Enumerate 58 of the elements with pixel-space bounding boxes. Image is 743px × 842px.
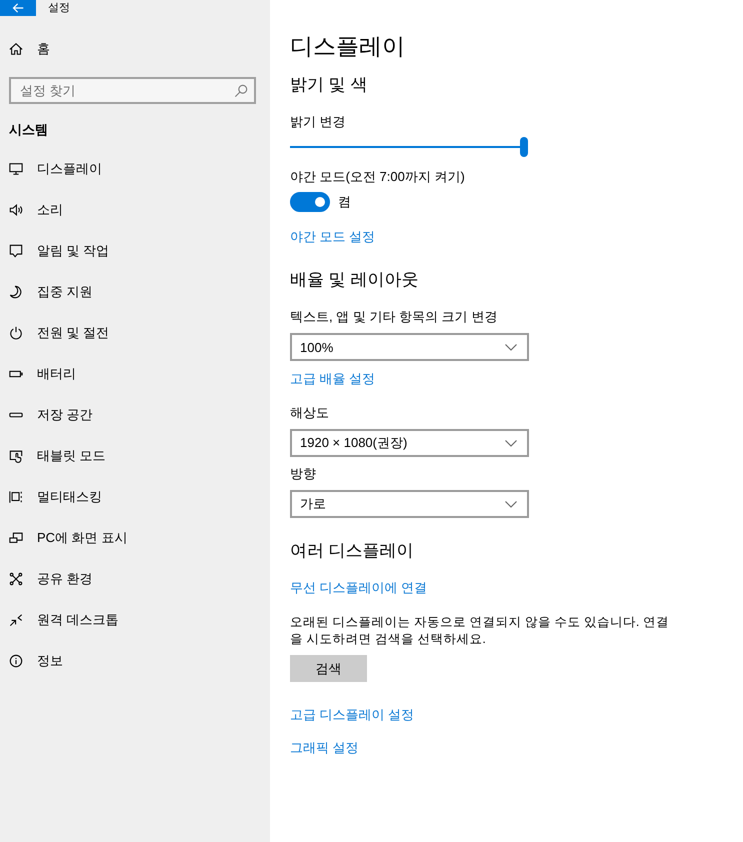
home-icon (9, 42, 23, 56)
link[interactable]: 고급 배율 설정 (290, 369, 376, 389)
home-link[interactable]: 홈 (0, 28, 58, 69)
setting-label: 방향 (290, 465, 316, 483)
nav-item[interactable]: 공유 환경 (0, 558, 101, 599)
nav-item[interactable]: 디스플레이 (0, 148, 110, 189)
nav-item[interactable]: 전원 및 절전 (0, 312, 118, 353)
nav-item[interactable]: 배터리 (0, 353, 84, 394)
page-title: 디스플레이 (290, 32, 405, 61)
monitor-icon (9, 162, 23, 176)
project-screen-icon (9, 530, 23, 544)
slider-thumb[interactable] (520, 137, 528, 157)
nav-item[interactable]: 원격 데스크톱 (0, 599, 127, 640)
section-heading: 밝기 및 색 (290, 74, 368, 96)
setting-label: 야간 모드(오전 7:00까지 켜기) (290, 168, 465, 186)
link[interactable]: 야간 모드 설정 (290, 227, 376, 247)
multitask-icon (9, 490, 23, 504)
nav-item[interactable]: PC에 화면 표시 (0, 517, 136, 558)
setting-label: 해상도 (290, 404, 329, 422)
setting-label: 밝기 변경 (290, 113, 346, 131)
speech-bubble-icon (9, 244, 23, 258)
tablet-touch-icon (9, 448, 23, 462)
nav-item[interactable]: 저장 공간 (0, 394, 101, 435)
chevron-down-icon (505, 440, 517, 446)
dropdown[interactable]: 가로 (290, 490, 529, 518)
nav-item[interactable]: 멀티태스킹 (0, 476, 110, 517)
slider-track[interactable] (290, 137, 528, 157)
remote-arrows-icon (9, 612, 23, 626)
chevron-down-icon (505, 344, 517, 350)
link[interactable]: 무선 디스플레이에 연결 (290, 578, 428, 598)
dropdown[interactable]: 1920 × 1080(권장) (290, 429, 529, 457)
chevron-down-icon (505, 500, 517, 508)
info-icon (9, 654, 23, 668)
toggle-state-label: 켬 (338, 193, 351, 211)
share-nodes-icon (9, 572, 23, 586)
link[interactable]: 고급 디스플레이 설정 (290, 705, 414, 725)
description-text: 오래된 디스플레이는 자동으로 연결되지 않을 수도 있습니다. 연결을 시도하려면 검색을 선택하세요. (290, 614, 670, 648)
nav-item[interactable]: 정보 (0, 640, 71, 681)
toggle-switch[interactable] (290, 192, 330, 212)
section-title: 시스템 (9, 121, 48, 139)
nav-item[interactable]: 소리 (0, 189, 71, 230)
search-icon (234, 84, 248, 98)
back-arrow-icon (12, 2, 24, 14)
dropdown[interactable]: 100% (290, 333, 529, 361)
setting-label: 텍스트, 앱 및 기타 항목의 크기 변경 (290, 308, 498, 326)
nav-item[interactable]: 집중 지원 (0, 271, 101, 312)
speaker-icon (9, 202, 23, 216)
moon-icon (9, 284, 23, 298)
section-heading: 배율 및 레이아웃 (290, 269, 418, 291)
nav-item[interactable]: 알림 및 작업 (0, 230, 118, 271)
search-field[interactable]: 설정 찾기 (9, 77, 256, 104)
section-heading: 여러 디스플레이 (290, 540, 414, 562)
nav-item[interactable]: 태블릿 모드 (0, 435, 114, 476)
search-button[interactable]: 검색 (290, 655, 367, 682)
power-icon (9, 326, 23, 340)
link[interactable]: 그래픽 설정 (290, 738, 359, 758)
back-button[interactable] (0, 0, 36, 16)
window-title: 설정 (48, 1, 70, 15)
